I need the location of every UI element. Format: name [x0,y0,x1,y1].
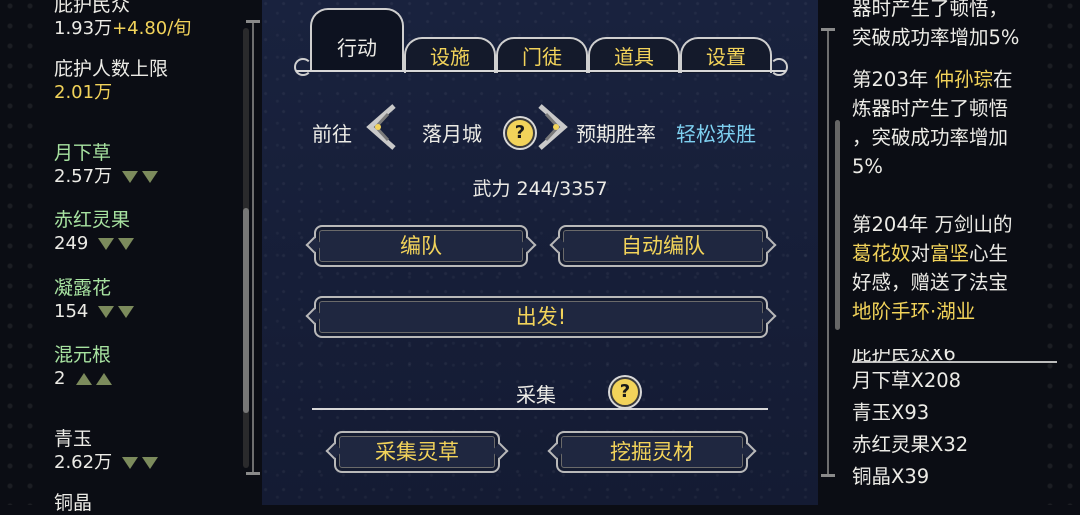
depart-button[interactable]: 出发! [314,296,768,338]
loot-item: 月下草X208 [852,369,962,392]
loot-item: 铜晶X39 [852,465,930,488]
tab-settings[interactable]: 设置 [680,37,772,73]
resource-item[interactable]: 铜晶 [54,492,92,515]
divider [821,28,835,31]
divider [246,472,260,475]
trend-down-icon [122,456,139,469]
log-text: 在 [992,68,1013,91]
resource-amount: 154 [54,301,89,322]
log-line: 突破成功率增加5% [852,26,1020,49]
resource-item[interactable]: 赤红灵果 249 [54,209,135,255]
loot-item: 青玉X93 [852,401,930,424]
gather-section-title: 采集 [516,383,556,407]
tab-baseline [296,70,786,72]
trend-down-icon [118,305,135,318]
resource-name: 赤红灵果 [54,209,131,231]
shelter-limit-label: 庇护人数上限 [54,58,169,80]
log-person-name: 仲孙琮 [934,68,993,91]
resource-name: 铜晶 [54,492,93,514]
divider [246,20,260,23]
win-rate-label: 预期胜率 [576,122,656,146]
arrow-right-icon[interactable] [536,104,570,150]
log-text: 心生 [969,242,1009,265]
goto-label: 前往 [312,122,352,146]
trend-down-icon [142,170,159,183]
left-scrollbar-thumb[interactable] [243,208,249,413]
win-rate-value: 轻松获胜 [676,122,756,146]
resource-panel: 庇护民众 1.93万+4.80/旬 庇护人数上限 2.01万 月下草 2.57万… [0,0,260,514]
destination-help-icon[interactable]: ? [505,118,535,148]
trend-down-icon [118,237,135,250]
trend-down-icon [98,237,115,250]
log-scrollbar-thumb[interactable] [835,120,840,330]
arrow-left-icon[interactable] [364,104,398,150]
loot-item: 庇护民众X6 [852,349,956,365]
auto-formation-button[interactable]: 自动编队 [558,225,768,267]
resource-amount: 2.57万 [54,166,113,187]
log-text: 对 [910,242,931,265]
dig-material-button[interactable]: 挖掘灵材 [556,431,748,473]
resource-item[interactable]: 月下草 2.57万 [54,142,159,188]
shelter-people-label: 庇护民众 [54,0,131,16]
trend-up-icon [95,372,112,385]
destination-name[interactable]: 落月城 [422,118,482,147]
log-year: 第203年 [852,68,929,91]
log-entry: 第203年 仲孙琮在 炼器时产生了顿悟 ，突破成功率增加 5% [852,65,1050,181]
log-entry: 第204年 万剑山的 葛花奴对富坚心生 好感，赠送了法宝 地阶手环·湖业 [852,210,1050,326]
resource-name: 月下草 [54,142,112,164]
resource-item[interactable]: 青玉 2.62万 [54,428,159,474]
tab-items[interactable]: 道具 [588,37,680,73]
shelter-limit: 庇护人数上限 2.01万 [54,58,168,104]
resource-item[interactable]: 凝露花 154 [54,277,135,323]
log-line: 炼器时产生了顿悟 [852,97,1009,120]
event-log-panel: 器时产生了顿悟， 突破成功率增加5% 第203年 仲孙琮在 炼器时产生了顿悟 ，… [818,0,1080,505]
log-treasure-name: 地阶手环·湖业 [852,300,976,323]
resource-name: 凝露花 [54,277,112,299]
log-person-name: 富坚 [930,242,970,265]
loot-list: 庇护民众X6 月下草X208 青玉X93 赤红灵果X32 铜晶X39 [852,349,968,493]
resource-name: 混元根 [54,344,112,366]
action-panel: 行动 设施 门徒 道具 设置 前往 落月城 ? 预期胜率 轻松获胜 武力 244… [262,0,818,505]
tab-facilities[interactable]: 设施 [404,37,496,73]
power-readout: 武力 244/3357 [472,178,608,200]
divider [252,20,254,474]
trend-down-icon [98,305,115,318]
formation-button[interactable]: 编队 [314,225,528,267]
log-line: 器时产生了顿悟， [852,0,1009,20]
section-divider [312,408,768,410]
shelter-limit-value: 2.01万 [54,82,113,103]
shelter-people: 庇护民众 1.93万+4.80/旬 [54,0,191,40]
shelter-people-rate: +4.80/旬 [112,18,192,39]
gather-help-icon[interactable]: ? [610,377,640,407]
log-line: 好感，赠送了法宝 [852,271,1009,294]
resource-item[interactable]: 混元根 2 [54,344,112,390]
log-person-name: 葛花奴 [852,242,911,265]
resource-amount: 2.62万 [54,452,113,473]
log-line: ，突破成功率增加 [852,126,1009,149]
shelter-people-value: 1.93万 [54,18,113,39]
resource-amount: 2 [54,368,66,389]
log-entry: 器时产生了顿悟， 突破成功率增加5% [852,0,1050,52]
resource-amount: 249 [54,233,89,254]
divider [821,474,835,477]
log-year: 第204年 [852,213,929,236]
log-line: 5% [852,155,883,178]
loot-item: 赤红灵果X32 [852,433,969,456]
tab-ornament-right-icon [770,58,788,76]
tab-disciples[interactable]: 门徒 [496,37,588,73]
resource-name: 青玉 [54,428,93,450]
gather-herb-button[interactable]: 采集灵草 [334,431,500,473]
tab-action[interactable]: 行动 [310,8,404,72]
trend-down-icon [122,170,139,183]
log-sect: 万剑山的 [934,213,1013,236]
trend-up-icon [75,372,92,385]
trend-down-icon [142,456,159,469]
divider [827,28,829,476]
